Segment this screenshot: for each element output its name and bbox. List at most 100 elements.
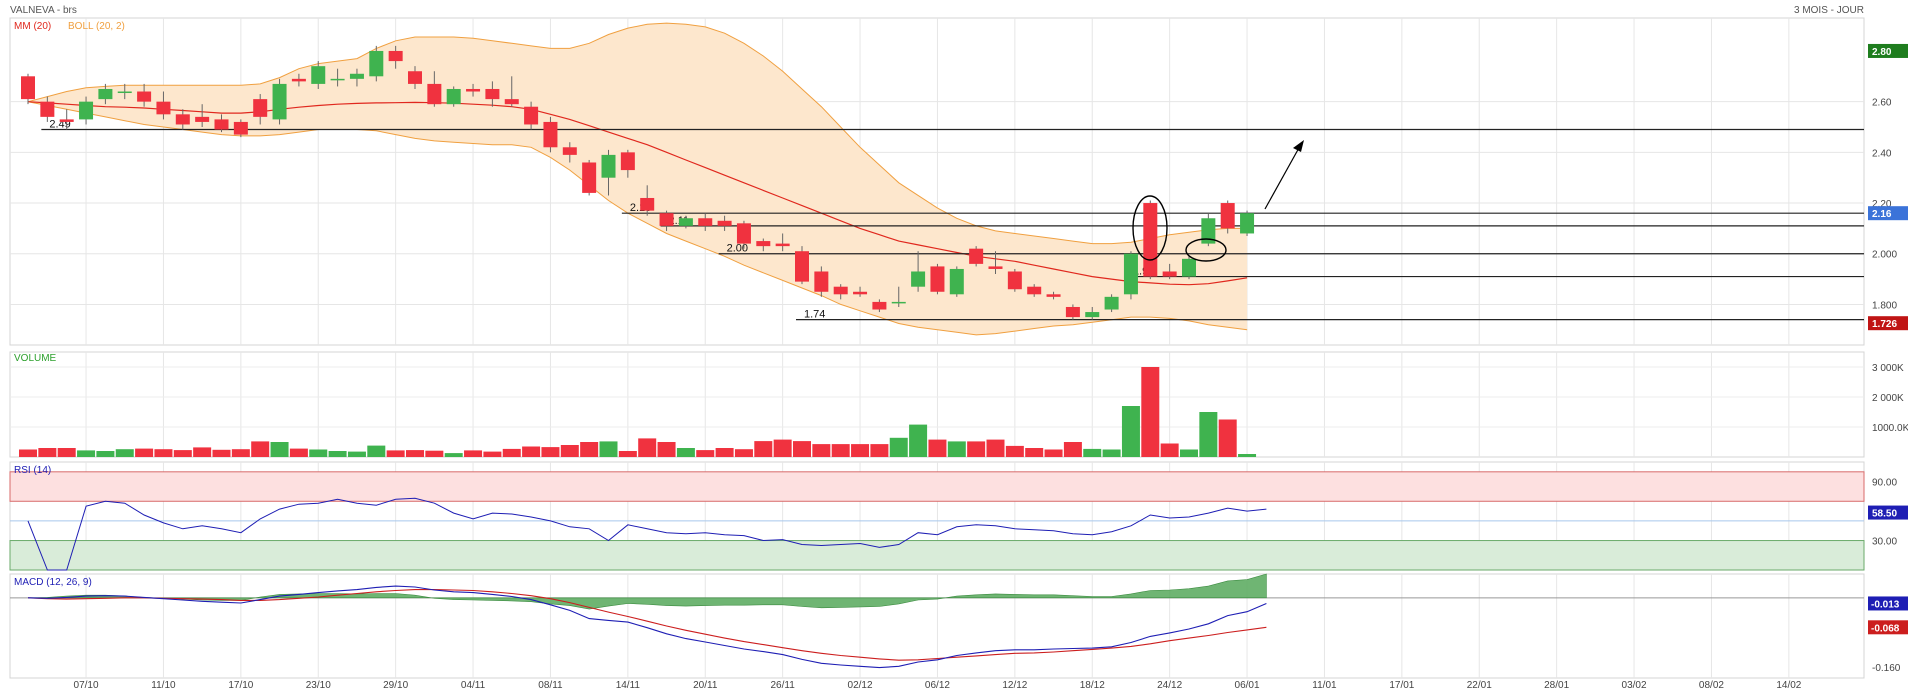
- macd-title: MACD (12, 26, 9): [14, 577, 92, 588]
- y-tick-label: 2.40: [1872, 148, 1892, 159]
- candle-body: [1162, 271, 1177, 277]
- candle-body: [969, 248, 984, 264]
- candle-body: [117, 91, 132, 94]
- x-tick-label: 07/10: [74, 680, 99, 691]
- candle-body: [233, 121, 248, 135]
- volume-bar: [464, 450, 483, 457]
- volume-bar: [580, 442, 599, 457]
- candle-body: [736, 223, 751, 244]
- candle-body: [311, 66, 326, 84]
- x-tick-label: 22/01: [1467, 680, 1492, 691]
- volume-bar: [1160, 443, 1179, 457]
- bollinger-fill: [28, 23, 1248, 335]
- rsi-panel: [9, 471, 1865, 571]
- candle-body: [175, 114, 190, 125]
- volume-bar: [406, 450, 424, 457]
- candle-body: [214, 119, 229, 130]
- x-tick-label: 03/02: [1622, 680, 1647, 691]
- volume-bar: [560, 445, 579, 457]
- macd-histogram: [27, 573, 1267, 610]
- macd-tag-label: -0.013: [1871, 599, 1900, 610]
- volume-bar: [1025, 448, 1044, 457]
- candle-body: [388, 50, 403, 62]
- volume-bar: [386, 450, 405, 457]
- volume-bar: [444, 453, 463, 457]
- price-tag-label: 2.16: [1872, 209, 1892, 220]
- volume-bar: [1102, 449, 1121, 457]
- volume-bar: [231, 449, 250, 457]
- candle-body: [156, 101, 171, 115]
- candle-body: [698, 218, 713, 226]
- candle-body: [369, 50, 384, 77]
- candle-body: [833, 286, 848, 295]
- y-tick-label: 3 000K: [1872, 363, 1904, 374]
- x-tick-label: 28/01: [1544, 680, 1569, 691]
- x-tick-label: 29/10: [383, 680, 408, 691]
- rsi-oversold-band: [9, 540, 1865, 571]
- volume-bar: [1044, 449, 1063, 457]
- candle-body: [756, 241, 771, 247]
- arrow-head-icon: [1293, 140, 1304, 152]
- candle-body: [291, 78, 306, 82]
- candle-body: [1182, 258, 1196, 277]
- volume-bar: [1005, 445, 1024, 457]
- volume-bar: [715, 448, 734, 457]
- volume-bar: [928, 439, 947, 457]
- legend-boll: BOLL (20, 2): [68, 21, 125, 32]
- candle-body: [601, 154, 616, 178]
- volume-bar: [947, 441, 966, 457]
- volume-bar: [1238, 454, 1257, 457]
- x-tick-label: 08/11: [538, 680, 563, 691]
- volume-bar: [328, 451, 347, 457]
- candle-body: [1220, 203, 1235, 229]
- candle-body: [1046, 294, 1061, 297]
- x-tick-label: 24/12: [1157, 680, 1182, 691]
- candle-body: [272, 83, 287, 120]
- rsi-title: RSI (14): [14, 465, 51, 476]
- candle-body: [59, 119, 74, 122]
- x-tick-label: 06/01: [1235, 680, 1260, 691]
- volume-bar: [734, 449, 753, 457]
- legend-ma: MM (20): [14, 21, 51, 32]
- candle-body: [543, 121, 558, 148]
- volume-bar: [154, 449, 173, 457]
- trend-arrow: [1264, 145, 1301, 210]
- volume-bar: [889, 437, 908, 457]
- level-label: 2.00: [727, 243, 748, 255]
- candle-body: [21, 76, 35, 100]
- y-tick-label: 2 000K: [1872, 393, 1904, 404]
- candle-body: [562, 147, 577, 155]
- candle-body: [891, 301, 906, 304]
- rsi-overbought-band: [9, 471, 1865, 502]
- volume-bar: [851, 444, 870, 457]
- volume-bar: [173, 450, 192, 457]
- x-tick-label: 26/11: [771, 680, 796, 691]
- volume-bar: [1199, 412, 1218, 457]
- chart-period: 3 MOIS - JOUR: [1794, 5, 1864, 16]
- candle-body: [446, 88, 461, 105]
- volume-bar: [115, 449, 134, 457]
- stock-chart: 2.492.162.112.001.911.74 07/1011/1017/10…: [9, 5, 1908, 691]
- x-tick-label: 17/01: [1389, 680, 1414, 691]
- y-tick-label: 1000.0K: [1872, 423, 1908, 434]
- candle-body: [678, 218, 693, 226]
- candle-body: [853, 291, 868, 295]
- volume-bar: [541, 447, 560, 457]
- volume-bar: [754, 441, 773, 457]
- candle-body: [1143, 203, 1158, 277]
- volume-bar: [367, 445, 386, 457]
- volume-bar: [967, 441, 986, 457]
- y-tick-label: 90.00: [1872, 478, 1897, 489]
- level-label: 1.74: [804, 309, 825, 321]
- x-tick-label: 06/12: [925, 680, 950, 691]
- volume-bar: [812, 444, 831, 457]
- volume-bar: [638, 438, 657, 457]
- volume-bar: [38, 448, 57, 457]
- volume-bar: [1218, 419, 1237, 457]
- volume-bar: [425, 450, 444, 457]
- candle-body: [949, 268, 964, 295]
- chart-title: VALNEVA - brs: [10, 5, 77, 16]
- volume-bar: [270, 442, 289, 457]
- candle-body: [659, 213, 674, 226]
- rsi-tag-label: 58.50: [1872, 509, 1897, 520]
